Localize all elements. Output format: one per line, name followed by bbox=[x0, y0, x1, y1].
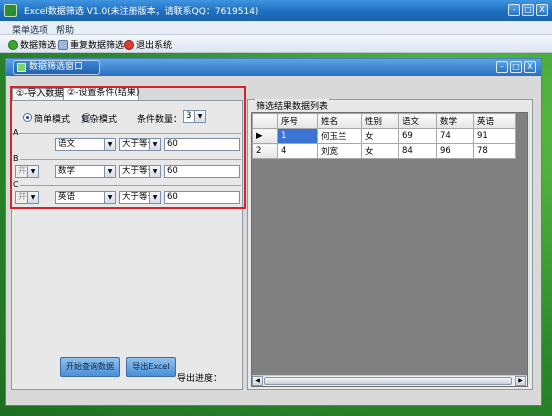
start-query-button[interactable]: 开始查询数据 bbox=[60, 357, 120, 377]
exit-icon bbox=[124, 39, 134, 50]
table-cell[interactable]: 74 bbox=[436, 128, 474, 144]
table-cell[interactable]: 91 bbox=[473, 128, 516, 144]
row-header[interactable]: ▶ bbox=[252, 128, 278, 144]
toolbar-exit-label: 退出系统 bbox=[136, 41, 173, 51]
row-header[interactable]: 2 bbox=[252, 143, 278, 159]
inner-close-button[interactable]: X bbox=[524, 61, 536, 73]
table-header-cell[interactable]: 英语 bbox=[473, 113, 516, 129]
check-icon bbox=[8, 39, 18, 50]
scroll-right-icon[interactable]: ▶ bbox=[515, 376, 526, 386]
scrollbar-thumb[interactable] bbox=[264, 377, 512, 385]
maximize-button[interactable]: □ bbox=[522, 4, 534, 16]
export-excel-button[interactable]: 导出Excel bbox=[126, 357, 176, 377]
table-cell[interactable]: 女 bbox=[361, 143, 399, 159]
window-titlebar: Excel数据筛选 V1.0(未注册版本，请联系QQ：7619514) - □ … bbox=[0, 0, 552, 21]
table-header-cell[interactable]: 性别 bbox=[361, 113, 399, 129]
horizontal-scrollbar[interactable]: ◀ ▶ bbox=[252, 375, 527, 386]
table-cell[interactable]: 刘宽 bbox=[317, 143, 362, 159]
table-header-cell[interactable]: 语文 bbox=[398, 113, 437, 129]
table-cell[interactable]: 69 bbox=[398, 128, 437, 144]
table-cell[interactable]: 84 bbox=[398, 143, 437, 159]
table-row[interactable]: ▶ 1 何玉兰 女 69 74 91 bbox=[252, 128, 516, 144]
export-progress-label: 导出进度： bbox=[177, 374, 223, 384]
table-cell[interactable]: 1 bbox=[277, 128, 318, 144]
filter-window-title-text: 数据筛选窗口 bbox=[29, 62, 84, 72]
toolbar-duplicate-filter-button[interactable]: 重复数据筛选 bbox=[58, 38, 124, 51]
window-icon bbox=[17, 63, 26, 72]
filter-window-title: 数据筛选窗口 bbox=[13, 60, 100, 75]
table-header-cell[interactable]: 数学 bbox=[436, 113, 474, 129]
scroll-left-icon[interactable]: ◀ bbox=[252, 376, 263, 386]
table-cell[interactable]: 96 bbox=[436, 143, 474, 159]
close-button[interactable]: X bbox=[536, 4, 548, 16]
search-icon bbox=[58, 39, 68, 50]
results-table: 序号 姓名 性别 语文 数学 英语 ▶ 1 何玉兰 女 69 74 91 2 4… bbox=[252, 113, 516, 159]
minimize-button[interactable]: - bbox=[508, 4, 520, 16]
toolbar-exit-button[interactable]: 退出系统 bbox=[124, 38, 172, 51]
toolbar-filter-label: 数据筛选 bbox=[20, 41, 57, 51]
table-row[interactable]: 2 4 刘宽 女 84 96 78 bbox=[252, 143, 516, 159]
highlight-box bbox=[10, 86, 246, 209]
toolbar-filter-button[interactable]: 数据筛选 bbox=[8, 38, 56, 51]
menu-bar: 菜单选项 帮助 bbox=[0, 21, 552, 36]
toolbar-duplicate-label: 重复数据筛选 bbox=[70, 41, 125, 51]
table-cell[interactable]: 4 bbox=[277, 143, 318, 159]
table-header-cell[interactable]: 姓名 bbox=[317, 113, 362, 129]
table-cell[interactable]: 78 bbox=[473, 143, 516, 159]
results-panel-title: 筛选结果数据列表 bbox=[255, 99, 330, 112]
inner-minimize-button[interactable]: - bbox=[496, 61, 508, 73]
table-header-row: 序号 姓名 性别 语文 数学 英语 bbox=[252, 113, 516, 129]
window-title: Excel数据筛选 V1.0(未注册版本，请联系QQ：7619514) bbox=[24, 7, 259, 17]
table-cell[interactable]: 何玉兰 bbox=[317, 128, 362, 144]
row-pointer-icon: ▶ bbox=[256, 131, 263, 141]
filter-window-titlebar: 数据筛选窗口 - □ X bbox=[6, 59, 541, 76]
toolbar: 数据筛选 重复数据筛选 退出系统 bbox=[0, 35, 552, 53]
table-header-cell[interactable]: 序号 bbox=[277, 113, 318, 129]
table-header-cell bbox=[252, 113, 278, 129]
table-cell[interactable]: 女 bbox=[361, 128, 399, 144]
inner-maximize-button[interactable]: □ bbox=[510, 61, 522, 73]
results-grid[interactable]: 序号 姓名 性别 语文 数学 英语 ▶ 1 何玉兰 女 69 74 91 2 4… bbox=[251, 112, 528, 387]
app-icon bbox=[4, 4, 17, 17]
